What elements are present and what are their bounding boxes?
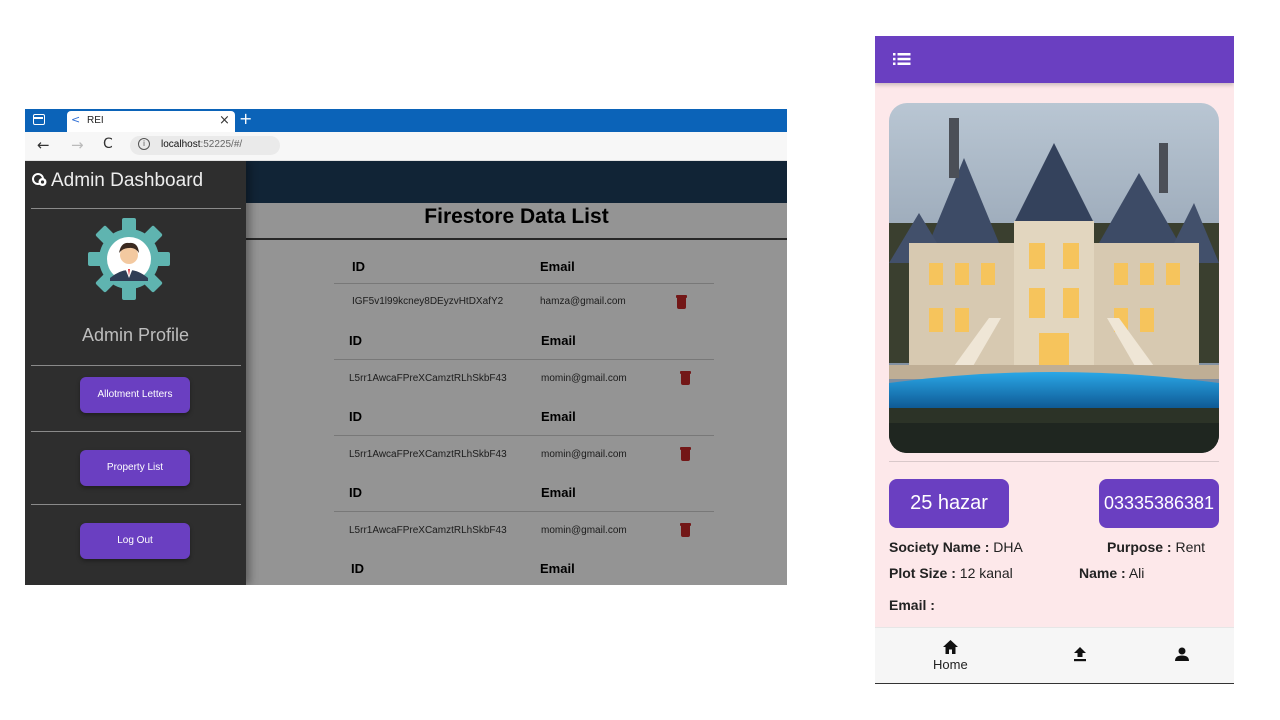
tab-close-icon[interactable]: × [219, 113, 230, 128]
app-bar [875, 36, 1234, 83]
purpose-value: Rent [1175, 539, 1206, 555]
admin-avatar-icon [88, 218, 170, 300]
plot-size-value: 12 kanal [959, 565, 1013, 581]
upload-icon[interactable] [1074, 647, 1086, 662]
property-list-button[interactable]: Property List [80, 450, 190, 486]
nav-home-label: Home [933, 657, 968, 672]
drawer-title: Admin Dashboard [51, 170, 204, 191]
name-label: Name : [1079, 565, 1126, 581]
site-info-icon[interactable]: i [138, 138, 150, 150]
nav-home-button[interactable]: Home [923, 636, 979, 682]
society-info: Society Name : DHA [889, 539, 1023, 555]
society-value: DHA [993, 539, 1023, 555]
photo-divider [889, 461, 1219, 462]
person-icon[interactable] [1175, 647, 1189, 661]
society-label: Society Name : [889, 539, 990, 555]
dashboard-logo-icon [32, 173, 47, 186]
drawer-divider [31, 208, 241, 209]
tab-title: REI [87, 115, 104, 126]
drawer-divider [31, 365, 241, 366]
navigation-drawer: Admin Dashboard Admin Profile Allotment … [25, 161, 246, 585]
email-label: Email : [889, 597, 935, 613]
price-chip[interactable]: 25 hazar [889, 479, 1009, 528]
plot-size-info: Plot Size : 12 kanal [889, 565, 1013, 581]
name-value: Ali [1128, 565, 1145, 581]
plot-size-label: Plot Size : [889, 565, 956, 581]
drawer-divider [31, 504, 241, 505]
purpose-label: Purpose : [1107, 539, 1172, 555]
phone-chip[interactable]: 03335386381 [1099, 479, 1219, 528]
address-host: localhost [161, 139, 201, 150]
property-photo [889, 103, 1219, 453]
browser-tab[interactable]: < REI × [67, 111, 235, 132]
log-out-button[interactable]: Log Out [80, 523, 190, 559]
owner-name-info: Name : Ali [1079, 565, 1144, 581]
home-icon [943, 640, 958, 654]
menu-icon[interactable] [893, 52, 911, 66]
window-menu-icon[interactable] [33, 114, 45, 125]
drawer-divider [31, 431, 241, 432]
mobile-app-screen: 25 hazar 03335386381 Society Name : DHA … [875, 36, 1234, 684]
bottom-navigation: Home [875, 627, 1234, 683]
new-tab-button[interactable]: + [239, 109, 252, 128]
browser-tab-bar: < REI × + [25, 109, 787, 132]
address-bar[interactable]: i localhost:52225/#/ [130, 136, 280, 155]
browser-window: < REI × + ← → C i localhost:52225/#/ Fir… [25, 109, 787, 585]
allotment-letters-button[interactable]: Allotment Letters [80, 377, 190, 413]
forward-button[interactable]: → [71, 136, 84, 154]
back-button[interactable]: ← [37, 136, 50, 154]
web-page: Firestore Data List ID Email IGF5v1l99kc… [25, 161, 787, 585]
browser-toolbar: ← → C i localhost:52225/#/ [25, 132, 787, 161]
email-info: Email : [889, 597, 935, 613]
tab-favicon-icon: < [71, 113, 81, 126]
admin-profile-label: Admin Profile [81, 325, 190, 345]
reload-button[interactable]: C [103, 136, 113, 152]
address-text: localhost:52225/#/ [161, 139, 242, 150]
purpose-info: Purpose : Rent [1107, 539, 1205, 555]
address-path: :52225/#/ [200, 139, 243, 150]
